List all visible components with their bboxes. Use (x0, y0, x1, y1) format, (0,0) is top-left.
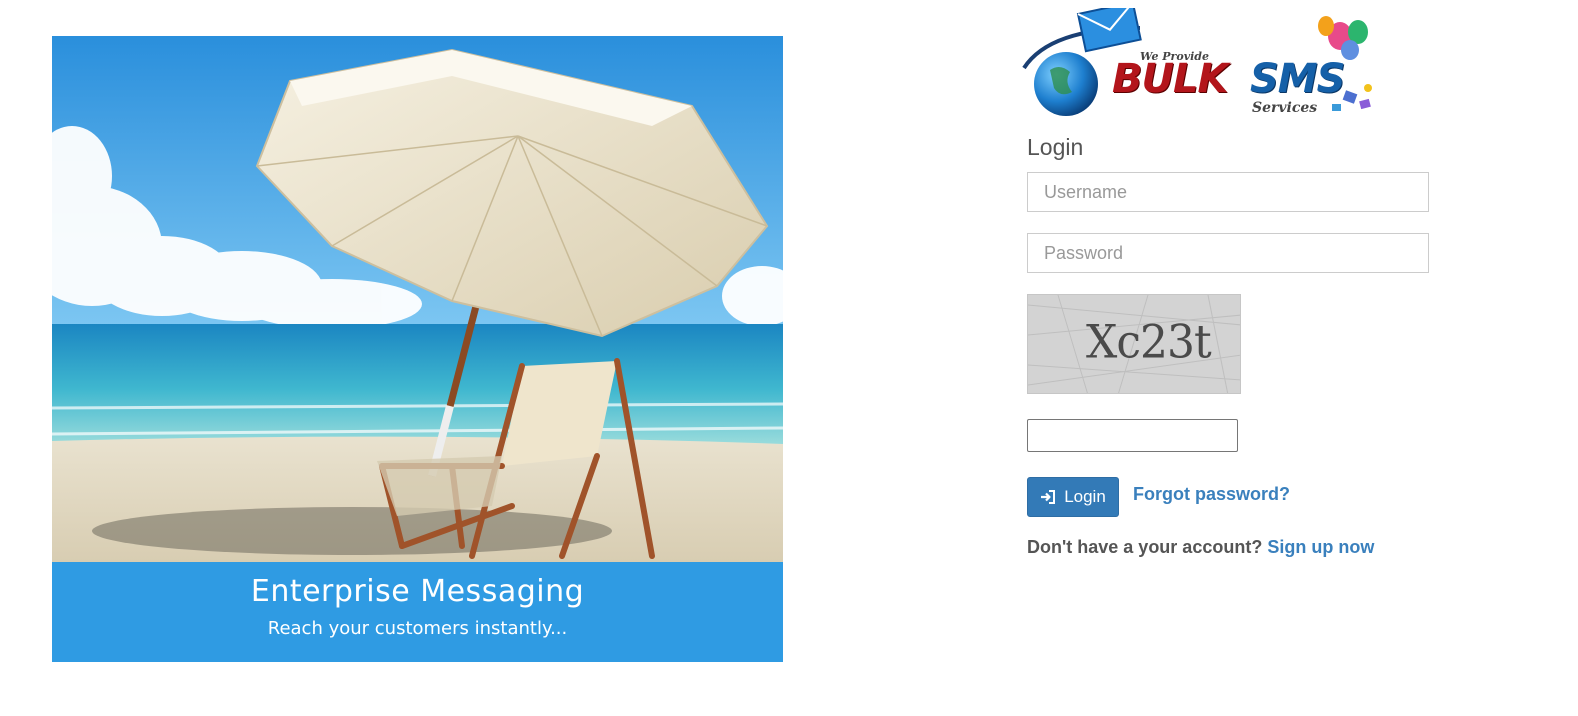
signup-row: Don't have a your account? Sign up now (1027, 537, 1374, 558)
username-input[interactable] (1027, 172, 1429, 212)
balloons-icon (1318, 16, 1368, 60)
captcha-text: Xc23t (1086, 315, 1212, 370)
hero-subtitle: Reach your customers instantly... (267, 618, 568, 639)
envelope-icon (1076, 1, 1142, 53)
signup-link[interactable]: Sign up now (1267, 537, 1374, 557)
signup-prompt: Don't have a your account? (1027, 537, 1263, 557)
password-input[interactable] (1027, 233, 1429, 273)
beach-illustration (52, 36, 783, 562)
logo-word-bulk: BULK (1112, 56, 1228, 102)
logo-word-sms: SMS (1250, 56, 1345, 102)
hero-image: Enterprise Messaging Reach your customer… (52, 36, 783, 662)
brand-logo: We Provide BULK SMS Services (1020, 1, 1382, 122)
hero-banner: Enterprise Messaging Reach your customer… (52, 562, 783, 662)
login-heading: Login (1027, 134, 1084, 160)
forgot-password-link[interactable]: Forgot password? (1133, 484, 1290, 505)
login-button[interactable]: Login (1027, 477, 1119, 517)
captcha-image: Xc23t (1027, 294, 1241, 394)
sign-in-icon (1040, 489, 1056, 505)
login-button-label: Login (1064, 487, 1106, 506)
logo-suffix: Services (1252, 100, 1318, 116)
hero-title: Enterprise Messaging (250, 574, 585, 609)
captcha-input[interactable] (1027, 419, 1238, 452)
